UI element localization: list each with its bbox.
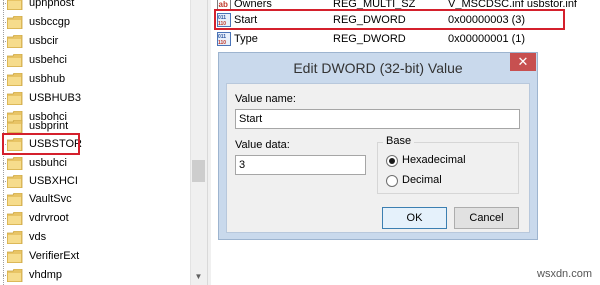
tree-item-label: usbprint <box>29 120 69 132</box>
scroll-down-arrow-icon[interactable]: ▼ <box>190 268 207 285</box>
tree-item-verifierext[interactable]: VerifierExt <box>0 247 190 266</box>
folder-icon <box>7 175 23 188</box>
watermark-text: wsxdn.com <box>537 268 593 280</box>
tree-scrollbar[interactable] <box>190 0 207 285</box>
value-data: 0x00000001 (1) <box>448 33 526 45</box>
tree-item-label: upnphost <box>29 0 75 9</box>
folder-icon <box>7 92 23 105</box>
tree-item-vds[interactable]: vds <box>0 228 190 247</box>
tree-item-usbxhci[interactable]: USBXHCI <box>0 172 190 191</box>
folder-icon <box>7 54 23 67</box>
tree-item-usbuhci[interactable]: usbuhci <box>0 154 190 173</box>
folder-icon <box>7 35 23 48</box>
value-row-type[interactable]: 011 110 Type REG_DWORD 0x00000001 (1) <box>211 30 600 48</box>
tree-item-vhdmp[interactable]: vhdmp <box>0 266 190 285</box>
tree-item-usbhub3[interactable]: USBHUB3 <box>0 89 190 108</box>
tree-scrollbar-thumb[interactable] <box>192 160 205 182</box>
tree-item-label: usbuhci <box>29 157 67 169</box>
tree-item-label: usbccgp <box>29 16 70 28</box>
folder-icon <box>7 231 23 244</box>
svg-text:110: 110 <box>218 40 226 46</box>
folder-icon <box>7 0 23 10</box>
value-name-field[interactable] <box>235 109 520 129</box>
tree-item-usbccgp[interactable]: usbccgp <box>0 13 190 32</box>
tree-item-label: vhdmp <box>29 269 63 281</box>
base-groupbox <box>377 142 519 194</box>
tree-item-usbehci[interactable]: usbehci <box>0 51 190 70</box>
tree-item-label: usbhub <box>29 73 66 85</box>
start-highlight-box <box>214 9 565 30</box>
tree-item-label: USBHUB3 <box>29 92 81 104</box>
dword-value-icon: 011110 <box>217 32 231 46</box>
tree-item-label: vdrvroot <box>29 212 69 224</box>
tree-item-usbcir[interactable]: usbcir <box>0 32 190 51</box>
usbstor-highlight-box <box>2 133 80 155</box>
folder-icon <box>7 212 23 225</box>
tree-item-label: usbehci <box>29 54 67 66</box>
folder-icon <box>7 250 23 263</box>
folder-icon <box>7 16 23 29</box>
dialog-title: Edit DWORD (32-bit) Value <box>293 60 463 76</box>
folder-icon <box>7 157 23 170</box>
hexadecimal-radio[interactable] <box>386 155 398 167</box>
tree-item-label: USBXHCI <box>29 175 78 187</box>
tree-item-vaultsvc[interactable]: VaultSvc <box>0 190 190 209</box>
tree-item-vdrvroot[interactable]: vdrvroot <box>0 209 190 228</box>
cancel-button[interactable]: Cancel <box>454 207 519 229</box>
base-group-label: Base <box>383 135 415 147</box>
folder-icon <box>7 120 23 133</box>
folder-icon <box>7 269 23 282</box>
value-name: Type <box>234 33 258 45</box>
tree-item-label: VaultSvc <box>29 193 72 205</box>
edit-dword-dialog[interactable]: Edit DWORD (32-bit) Value ✕ Value name: … <box>218 52 538 240</box>
hexadecimal-label[interactable]: Hexadecimal <box>402 154 466 166</box>
decimal-radio[interactable] <box>386 175 398 187</box>
ok-button[interactable]: OK <box>382 207 447 229</box>
svg-text:ab: ab <box>219 0 228 9</box>
value-name-label: Value name: <box>235 93 296 105</box>
dialog-titlebar[interactable]: Edit DWORD (32-bit) Value ✕ <box>219 53 537 82</box>
value-type: REG_DWORD <box>333 33 406 45</box>
close-icon[interactable]: ✕ <box>510 53 536 71</box>
registry-key-tree[interactable]: upnphost usbccgp usbcir usbehci usbhub U… <box>0 0 190 285</box>
decimal-label[interactable]: Decimal <box>402 174 442 186</box>
tree-item-label: usbcir <box>29 35 59 47</box>
tree-item-label: VerifierExt <box>29 250 80 262</box>
value-data-field[interactable] <box>235 155 366 175</box>
dialog-body: Value name: Value data: Base Hexadecimal… <box>226 83 530 233</box>
folder-icon <box>7 193 23 206</box>
folder-icon <box>7 73 23 86</box>
value-data-label: Value data: <box>235 139 290 151</box>
tree-item-label: vds <box>29 231 47 243</box>
tree-item-upnphost[interactable]: upnphost <box>0 0 190 13</box>
tree-item-usbhub[interactable]: usbhub <box>0 70 190 89</box>
